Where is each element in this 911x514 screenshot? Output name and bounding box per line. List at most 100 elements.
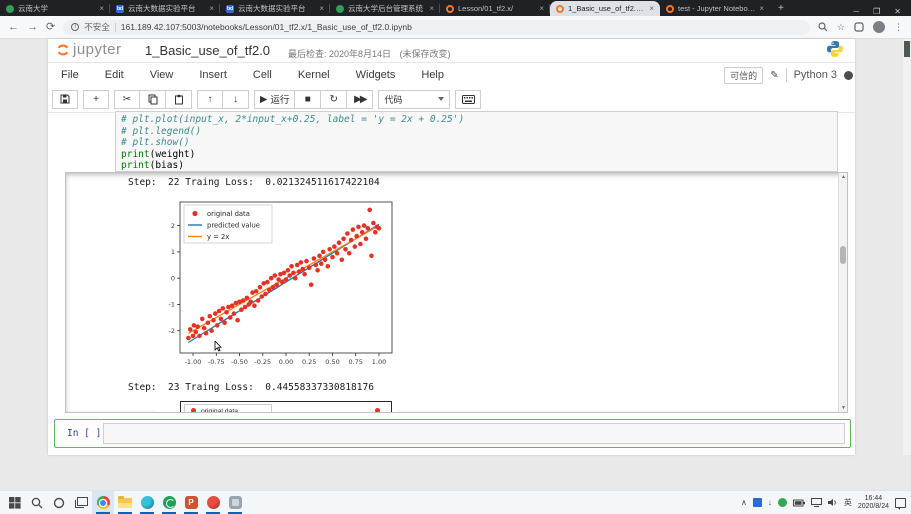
browser-tab-active[interactable]: 1_Basic_use_of_tf2.0 - Jupyter × — [550, 1, 660, 16]
cell-type-select[interactable]: 代码 — [378, 90, 450, 109]
action-center-icon[interactable] — [895, 498, 906, 508]
scroll-down-arrow[interactable]: ▼ — [840, 405, 847, 411]
clock[interactable]: 16:44 2020/8/24 — [858, 495, 889, 511]
menu-edit[interactable]: Edit — [92, 69, 137, 81]
kernel-busy-indicator — [844, 71, 853, 80]
notebook-title[interactable]: 1_Basic_use_of_tf2.0 — [145, 43, 270, 58]
svg-text:-1.00: -1.00 — [185, 358, 202, 366]
browser-scrollbar[interactable] — [903, 39, 911, 455]
menu-cell[interactable]: Cell — [240, 69, 285, 81]
edge-icon[interactable] — [136, 491, 158, 514]
tab-close-icon[interactable]: × — [649, 4, 654, 13]
menu-widgets[interactable]: Widgets — [343, 69, 409, 81]
legend-label-original-data: original data — [201, 408, 238, 413]
move-cell-up-button[interactable]: ↑ — [197, 90, 223, 109]
tab-close-icon[interactable]: × — [209, 4, 214, 13]
browser-tab-1[interactable]: 云南大学 × — [0, 1, 110, 16]
restart-run-all-button[interactable]: ▶▶ — [347, 90, 373, 109]
trusted-button[interactable]: 可信的 — [724, 67, 763, 84]
code-comment-line: # plt.show() — [121, 137, 190, 148]
save-button[interactable] — [52, 90, 78, 109]
forward-button[interactable]: → — [27, 22, 38, 33]
browser-tab-7[interactable]: test - Jupyter Notebook × — [660, 1, 770, 16]
monitor-icon[interactable] — [811, 498, 822, 507]
search-icon[interactable] — [26, 491, 48, 514]
tab-close-icon[interactable]: × — [99, 4, 104, 13]
red-app-icon[interactable] — [202, 491, 224, 514]
paste-cell-button[interactable] — [166, 90, 192, 109]
scrollbar-thumb[interactable] — [840, 246, 846, 264]
tray-green-app-icon[interactable] — [778, 498, 787, 507]
svg-text:0.25: 0.25 — [302, 358, 316, 366]
command-palette-button[interactable] — [455, 90, 481, 109]
tab-close-icon[interactable]: × — [759, 4, 764, 13]
browser-tab-strip: 云南大学 × bd 云南大数据实验平台 × bd 云南大数据实验平台 × 云南大… — [0, 0, 911, 16]
gray-app-icon[interactable] — [224, 491, 246, 514]
file-explorer-icon[interactable] — [114, 491, 136, 514]
info-icon[interactable]: i — [71, 23, 79, 31]
kernel-name[interactable]: Python 3 — [794, 69, 837, 81]
back-button[interactable]: ← — [8, 22, 19, 33]
volume-icon[interactable] — [828, 498, 838, 507]
legend-marker-original-data — [191, 408, 196, 413]
jupyter-favicon — [556, 5, 564, 13]
new-tab-button[interactable]: + — [778, 3, 784, 14]
add-cell-button[interactable]: + — [83, 90, 109, 109]
copy-cell-button[interactable] — [140, 90, 166, 109]
code-cell-input[interactable]: # plt.plot(input_x, 2*input_x+0.25, labe… — [115, 111, 838, 172]
restart-kernel-button[interactable]: ↻ — [321, 90, 347, 109]
window-maximize-button[interactable]: ❐ — [873, 7, 880, 16]
cortana-icon[interactable] — [48, 491, 70, 514]
empty-cell-input[interactable] — [103, 423, 845, 444]
output-scroll-area[interactable]: Step: 22 Traing Loss: 0.0213245116174221… — [65, 172, 848, 413]
cut-cell-button[interactable]: ✂ — [114, 90, 140, 109]
tab-close-icon[interactable]: × — [429, 4, 434, 13]
jupyter-logo[interactable]: jupyter — [56, 41, 122, 58]
browser-menu-icon[interactable]: ⋮ — [894, 22, 903, 33]
tray-download-icon[interactable]: ↓ — [768, 498, 772, 507]
omnibox-divider — [115, 23, 116, 32]
reload-button[interactable]: ⟳ — [46, 22, 55, 33]
battery-icon[interactable] — [793, 499, 805, 507]
interrupt-kernel-button[interactable]: ■ — [295, 90, 321, 109]
menu-view[interactable]: View — [137, 69, 187, 81]
scroll-up-arrow[interactable]: ▲ — [840, 174, 847, 180]
extensions-icon[interactable] — [854, 22, 864, 32]
browser-tab-3[interactable]: bd 云南大数据实验平台 × — [220, 1, 330, 16]
menu-file[interactable]: File — [48, 69, 92, 81]
url-text: 161.189.42.107:5003/notebooks/Lesson/01_… — [121, 22, 412, 32]
browser-tab-4[interactable]: 云南大学后台管理系统 × — [330, 1, 440, 16]
task-view-icon[interactable] — [70, 491, 92, 514]
output-scrollbar[interactable]: ▲ ▼ — [838, 173, 847, 412]
move-cell-down-button[interactable]: ↓ — [223, 90, 249, 109]
svg-text:0.75: 0.75 — [348, 358, 362, 366]
empty-code-cell[interactable]: In [ ]: — [54, 419, 851, 448]
menu-help[interactable]: Help — [408, 69, 457, 81]
browser-scrollbar-thumb[interactable] — [904, 41, 910, 57]
browser-tab-5[interactable]: Lesson/01_tf2.x/ × — [440, 1, 550, 16]
powerpoint-icon[interactable]: P — [180, 491, 202, 514]
tray-date: 2020/8/24 — [858, 503, 889, 511]
window-close-button[interactable]: ✕ — [894, 7, 901, 16]
address-bar[interactable]: i 不安全 161.189.42.107:5003/notebooks/Less… — [63, 20, 810, 35]
window-minimize-button[interactable]: ─ — [853, 7, 859, 16]
cell-prompt: In [ ]: — [67, 428, 107, 439]
menu-insert[interactable]: Insert — [186, 69, 240, 81]
window-controls: ─ ❐ ✕ — [853, 5, 911, 16]
profile-avatar[interactable] — [873, 21, 885, 33]
start-button[interactable] — [4, 491, 26, 514]
green-app-icon[interactable] — [158, 491, 180, 514]
zoom-icon[interactable] — [818, 22, 828, 32]
bookmark-star-icon[interactable]: ☆ — [837, 22, 845, 33]
tray-expand-icon[interactable]: ∧ — [741, 498, 747, 507]
chrome-taskbar-icon[interactable] — [92, 491, 114, 514]
tab-close-icon[interactable]: × — [319, 4, 324, 13]
tab-title: 云南大学 — [18, 3, 95, 14]
tray-blue-app-icon[interactable] — [753, 498, 762, 507]
ime-indicator[interactable]: 英 — [844, 497, 852, 508]
run-cell-button[interactable]: ▶ 运行 — [254, 90, 295, 109]
menu-kernel[interactable]: Kernel — [285, 69, 343, 81]
svg-text:-0.25: -0.25 — [254, 358, 271, 366]
tab-close-icon[interactable]: × — [539, 4, 544, 13]
browser-tab-2[interactable]: bd 云南大数据实验平台 × — [110, 1, 220, 16]
